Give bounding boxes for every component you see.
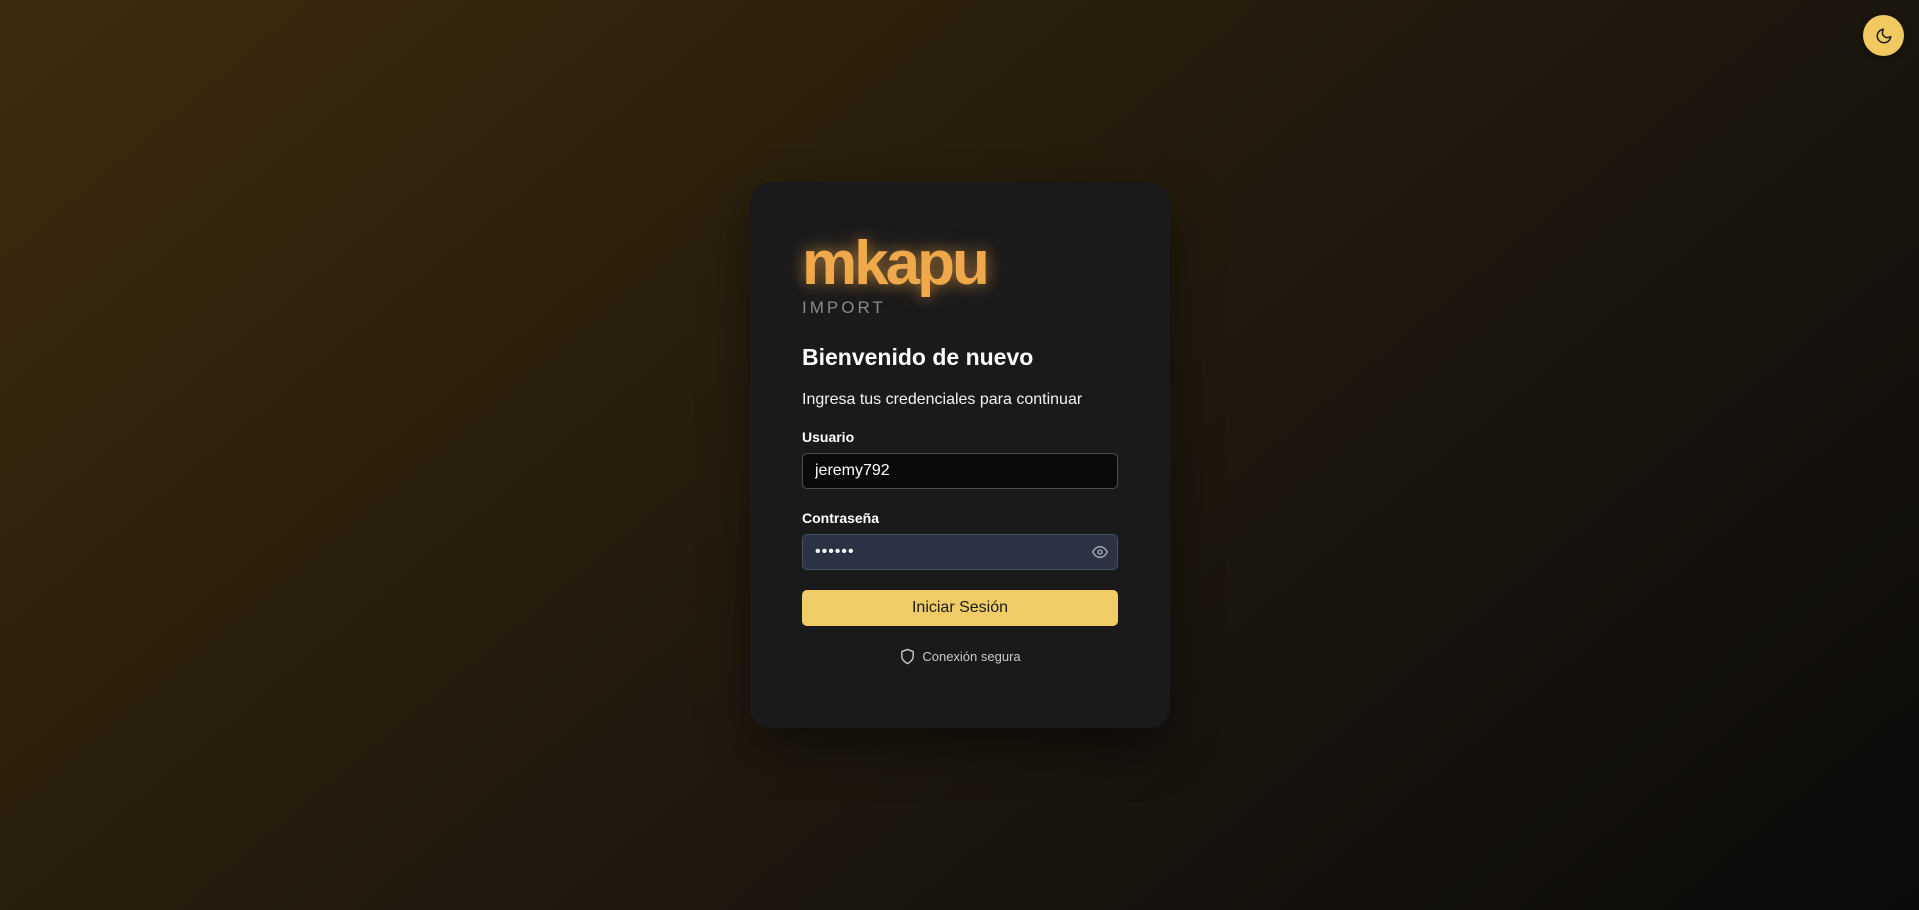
password-input[interactable] — [802, 534, 1118, 570]
eye-icon[interactable] — [1091, 543, 1109, 561]
login-subtitle: Ingresa tus credenciales para continuar — [802, 391, 1083, 408]
theme-toggle-button[interactable] — [1863, 15, 1904, 56]
login-title: Bienvenido de nuevo — [802, 344, 1034, 370]
shield-icon — [899, 648, 916, 665]
username-label: Usuario — [802, 429, 855, 445]
moon-icon — [1875, 27, 1893, 45]
secure-connection-text: Conexión segura — [922, 649, 1021, 664]
username-input[interactable] — [802, 453, 1118, 489]
password-label: Contraseña — [802, 510, 880, 526]
brand-tagline: IMPORT — [802, 298, 886, 317]
secure-connection-note: Conexión segura — [802, 648, 1118, 665]
login-card: mkapu IMPORT Bienvenido de nuevo Ingresa… — [750, 182, 1170, 728]
login-submit-button[interactable]: Iniciar Sesión — [802, 590, 1118, 626]
password-field — [802, 534, 1118, 570]
brand-logo: mkapu — [802, 229, 990, 298]
